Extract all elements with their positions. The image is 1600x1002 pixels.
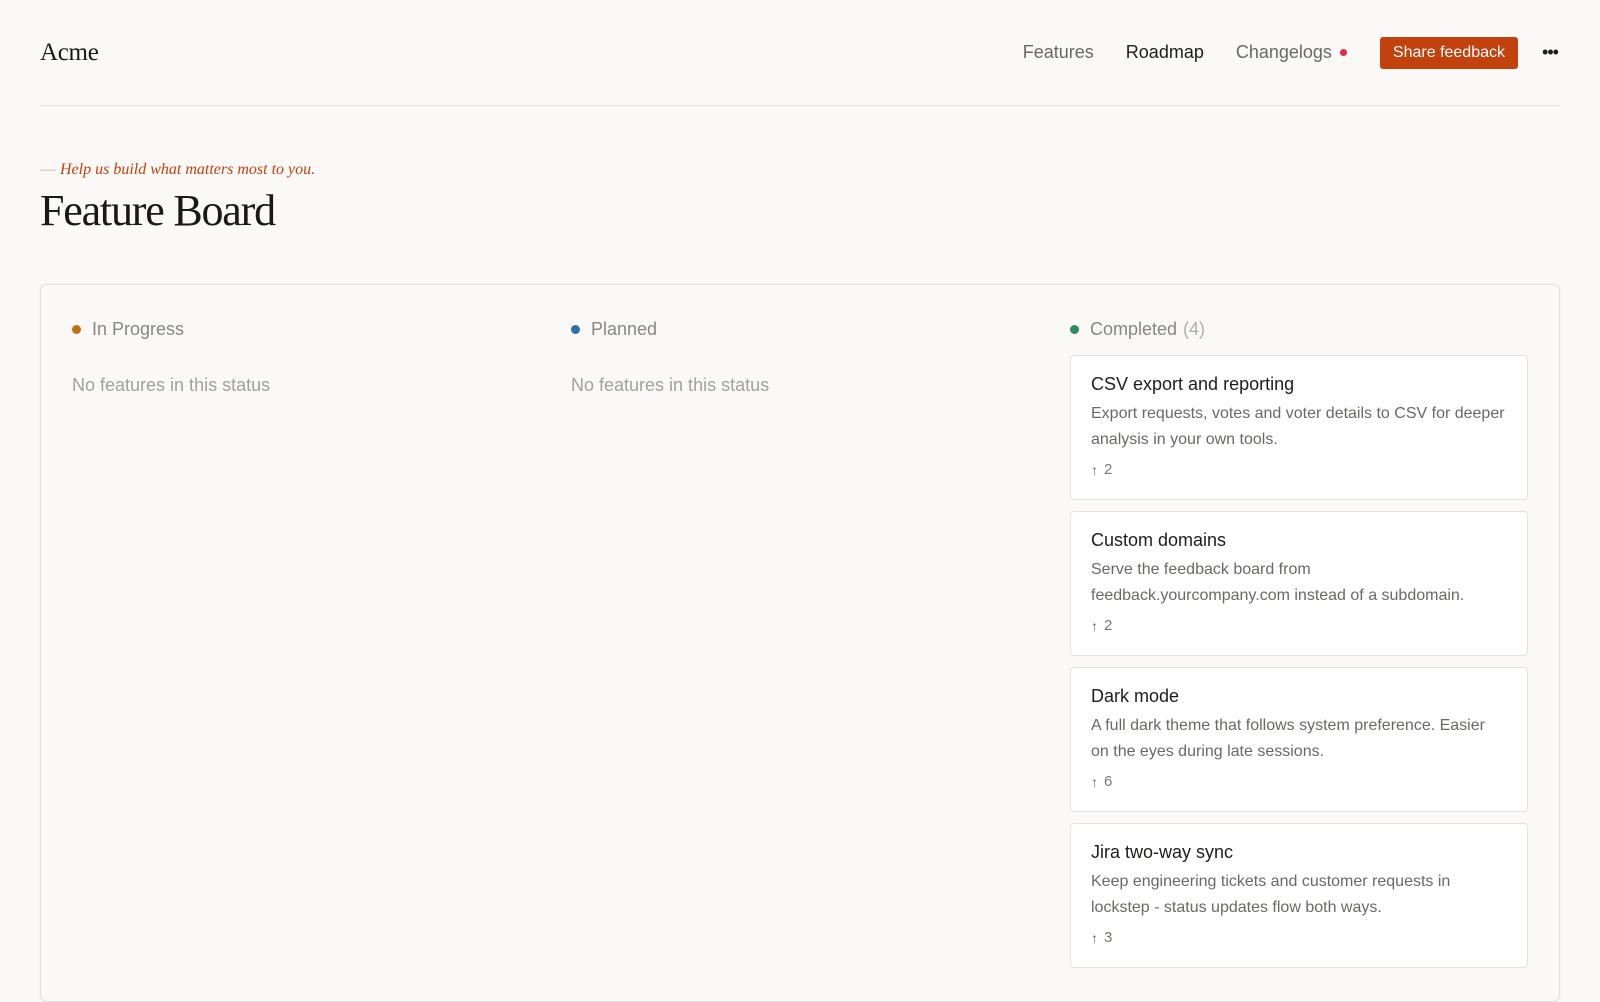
arrow-up-icon: ↑: [1091, 929, 1098, 946]
column-title: Completed: [1090, 318, 1178, 339]
arrow-up-icon: ↑: [1091, 461, 1098, 478]
feature-card[interactable]: Dark mode A full dark theme that follows…: [1070, 667, 1528, 812]
tagline-dash: —: [40, 161, 56, 178]
tagline-text: Help us build what matters most to you.: [60, 161, 316, 178]
nav-features-label: Features: [1022, 42, 1094, 62]
empty-state: No features in this status: [571, 375, 770, 395]
card-description: Keep engineering tickets and customer re…: [1091, 873, 1451, 916]
main-nav: Features Roadmap Changelogs Share feedba…: [991, 36, 1560, 69]
card-description: Serve the feedback board from feedback.y…: [1091, 561, 1465, 604]
column-title: Planned: [591, 318, 658, 339]
vote-count: 2: [1104, 617, 1113, 634]
upvote-button[interactable]: ↑ 6: [1091, 773, 1112, 790]
brand-logo[interactable]: Acme: [40, 39, 99, 67]
feature-board: In Progress No features in this status P…: [40, 284, 1560, 1002]
feature-card[interactable]: Custom domains Serve the feedback board …: [1070, 511, 1528, 656]
nav-changelogs-label: Changelogs: [1235, 42, 1332, 62]
card-list: CSV export and reporting Export requests…: [1070, 355, 1528, 968]
feature-card[interactable]: Jira two-way sync Keep engineering ticke…: [1070, 823, 1528, 968]
status-dot-icon: [571, 324, 580, 334]
vote-count: 2: [1104, 461, 1113, 478]
upvote-button[interactable]: ↑ 2: [1091, 617, 1112, 634]
column-header: In Progress: [72, 315, 531, 343]
card-description: A full dark theme that follows system pr…: [1091, 717, 1485, 760]
share-feedback-button[interactable]: Share feedback: [1379, 36, 1518, 69]
column-header: Planned: [571, 315, 1030, 343]
upvote-button[interactable]: ↑ 2: [1091, 461, 1112, 478]
status-dot-icon: [1070, 324, 1079, 334]
card-title: Custom domains: [1091, 530, 1227, 550]
column-header: Completed (4): [1070, 315, 1528, 343]
ellipsis-icon[interactable]: •••: [1540, 42, 1560, 63]
arrow-up-icon: ↑: [1091, 617, 1098, 634]
nav-features[interactable]: Features: [1023, 42, 1094, 63]
nav-changelogs[interactable]: Changelogs: [1236, 42, 1347, 63]
status-dot-icon: [72, 324, 81, 334]
tagline: — Help us build what matters most to you…: [40, 161, 1560, 179]
top-header: Acme Features Roadmap Changelogs Share f…: [40, 0, 1560, 106]
card-description: Export requests, votes and voter details…: [1091, 405, 1505, 448]
nav-roadmap-label: Roadmap: [1125, 42, 1204, 62]
notification-dot-icon: [1339, 49, 1347, 56]
vote-count: 3: [1104, 929, 1113, 946]
feature-card[interactable]: CSV export and reporting Export requests…: [1070, 355, 1528, 500]
card-title: Dark mode: [1091, 686, 1180, 706]
upvote-button[interactable]: ↑ 3: [1091, 929, 1112, 946]
column-title: In Progress: [92, 318, 185, 339]
column-planned: Planned No features in this status: [571, 315, 1070, 1001]
column-count: (4): [1183, 318, 1206, 339]
empty-state: No features in this status: [72, 375, 271, 395]
column-completed: Completed (4) CSV export and reporting E…: [1070, 315, 1528, 1001]
card-title: Jira two-way sync: [1091, 842, 1234, 862]
arrow-up-icon: ↑: [1091, 773, 1098, 790]
page-title: Feature Board: [40, 186, 276, 235]
column-in-progress: In Progress No features in this status: [72, 315, 571, 1001]
card-title: CSV export and reporting: [1091, 374, 1295, 394]
nav-roadmap[interactable]: Roadmap: [1126, 42, 1204, 63]
vote-count: 6: [1104, 773, 1113, 790]
